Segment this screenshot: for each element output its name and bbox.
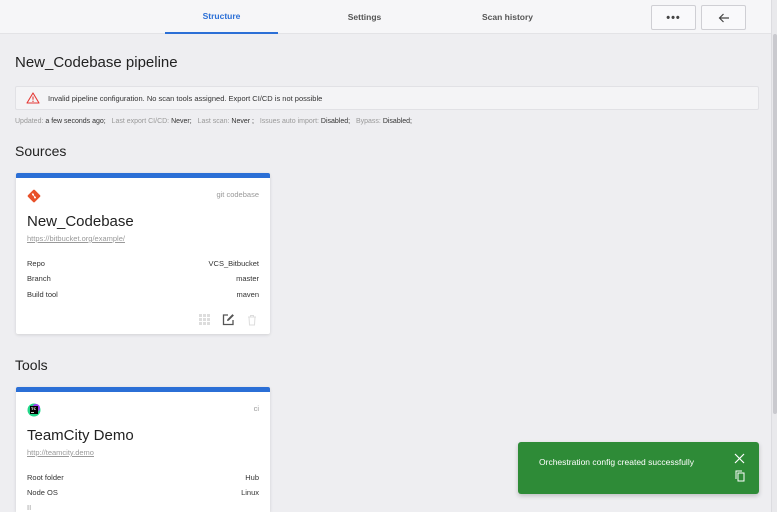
row-value: maven <box>236 290 259 299</box>
tool-kind: ci <box>253 404 259 413</box>
git-icon <box>27 189 41 208</box>
source-name: New_Codebase <box>27 213 134 230</box>
tool-row-root-folder: Root folder Hub <box>27 473 259 482</box>
meta-bypass-value: Disabled; <box>382 118 412 125</box>
meta-issues-value: Disabled; <box>320 118 351 125</box>
source-card[interactable]: git codebase New_Codebase https://bitbuc… <box>16 173 270 334</box>
tool-url-link[interactable]: http://teamcity.demo <box>27 448 94 457</box>
source-row-branch: Branch master <box>27 274 259 283</box>
top-tab-bar: Structure Settings Scan history ••• <box>0 0 777 34</box>
meta-issues-label: Issues auto import: <box>259 118 319 125</box>
row-key: Root folder <box>27 473 64 482</box>
tool-row-node-os: Node OS Linux <box>27 488 259 497</box>
tab-scan-history[interactable]: Scan history <box>451 0 564 34</box>
success-toast: Orchestration config created successfull… <box>518 442 759 494</box>
tool-row-partial: II <box>27 503 259 512</box>
teamcity-icon: TC <box>27 403 41 422</box>
warning-triangle-icon <box>26 92 40 104</box>
more-options-button[interactable]: ••• <box>651 5 696 30</box>
source-url-link[interactable]: https://bitbucket.org/example/ <box>27 234 125 243</box>
row-key: Build tool <box>27 290 58 299</box>
meta-last-export-label: Last export CI/CD: <box>111 118 170 125</box>
tab-settings[interactable]: Settings <box>308 0 421 34</box>
row-value: Linux <box>241 488 259 497</box>
page-scrollbar[interactable] <box>771 0 777 512</box>
meta-bypass-label: Bypass: <box>355 118 381 125</box>
edit-icon[interactable] <box>222 313 235 326</box>
source-kind: git codebase <box>216 190 259 199</box>
row-key: II <box>27 503 32 512</box>
meta-last-export-value: Never; <box>171 118 192 125</box>
source-row-repo: Repo VCS_Bitbucket <box>27 259 259 268</box>
meta-last-scan-value: Never ; <box>231 118 254 125</box>
error-alert: Invalid pipeline configuration. No scan … <box>15 86 759 110</box>
scrollbar-thumb[interactable] <box>773 34 777 414</box>
row-key: Node OS <box>27 488 58 497</box>
sources-heading: Sources <box>15 143 67 159</box>
tools-heading: Tools <box>15 357 48 373</box>
tabs: Structure Settings Scan history <box>165 0 564 34</box>
row-value: master <box>236 274 259 283</box>
page-title: New_Codebase pipeline <box>15 54 178 71</box>
meta-last-scan-label: Last scan: <box>197 118 230 125</box>
meta-updated-value: a few seconds ago; <box>45 118 106 125</box>
tool-card[interactable]: TC ci TeamCity Demo http://teamcity.demo… <box>16 387 270 512</box>
row-value: VCS_Bitbucket <box>208 259 259 268</box>
grid-icon[interactable] <box>199 314 210 325</box>
toast-message: Orchestration config created successfull… <box>539 457 694 467</box>
meta-updated-label: Updated: <box>15 118 44 125</box>
close-icon[interactable] <box>734 453 745 464</box>
source-card-actions <box>199 313 257 326</box>
tab-structure[interactable]: Structure <box>165 0 278 34</box>
trash-icon[interactable] <box>247 314 257 326</box>
back-button[interactable] <box>701 5 746 30</box>
pipeline-meta: Updated: a few seconds ago; Last export … <box>15 118 412 125</box>
row-key: Branch <box>27 274 51 283</box>
alert-text: Invalid pipeline configuration. No scan … <box>48 93 323 103</box>
copy-icon[interactable] <box>735 470 745 482</box>
row-key: Repo <box>27 259 45 268</box>
tool-name: TeamCity Demo <box>27 427 134 444</box>
svg-text:TC: TC <box>31 407 36 411</box>
arrow-left-icon <box>718 13 729 22</box>
row-value: Hub <box>245 473 259 482</box>
source-row-build-tool: Build tool maven <box>27 290 259 299</box>
